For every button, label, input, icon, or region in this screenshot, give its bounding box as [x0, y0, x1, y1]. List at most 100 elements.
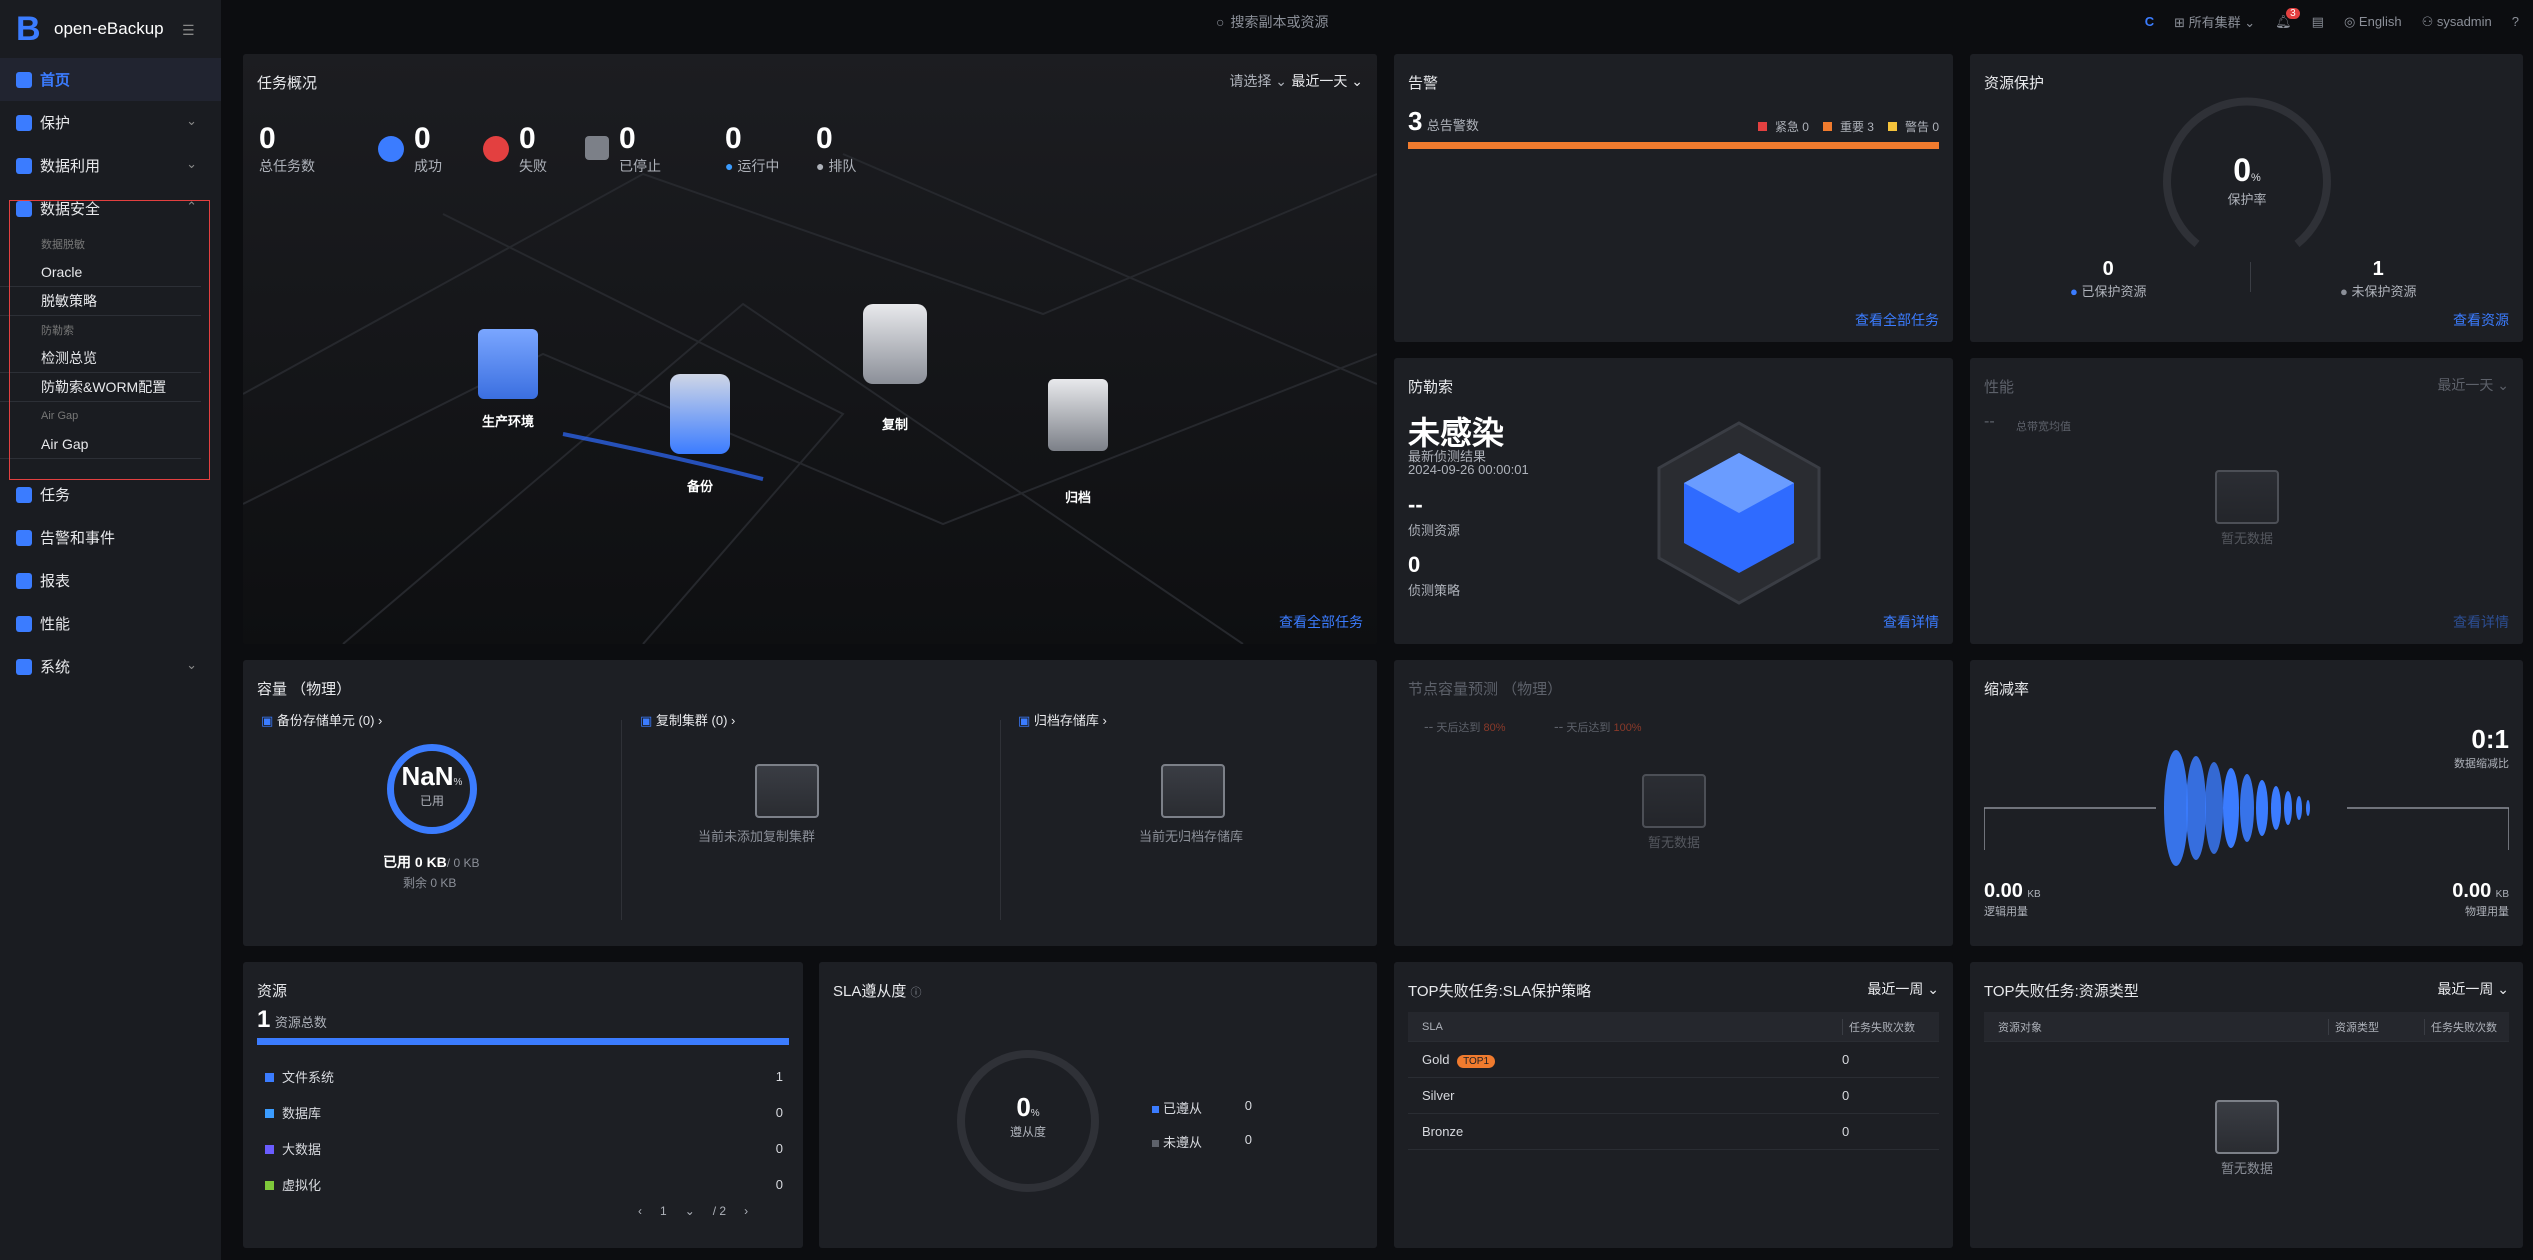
view-all-tasks-link[interactable]: 查看全部任务 — [1279, 612, 1363, 632]
next-page-button[interactable]: › — [744, 1204, 748, 1218]
chevron-down-icon: ⌄ — [186, 113, 197, 128]
table-header: SLA 任务失败次数 — [1408, 1012, 1939, 1042]
ransomware-details-link[interactable]: 查看详情 — [1883, 612, 1939, 632]
replica-cluster-link[interactable]: ▣ 复制集群 (0) › — [640, 710, 735, 729]
nav-alarm[interactable]: 告警和事件 — [0, 516, 221, 559]
page-select[interactable]: ⌄ — [685, 1204, 695, 1218]
node-backup[interactable]: 备份 — [670, 374, 730, 495]
top-resource-range-select[interactable]: 最近一周 ⌄ — [2437, 979, 2509, 999]
reduction-wave — [1984, 750, 2509, 866]
resources-title: 资源 — [257, 983, 288, 1000]
resources-panel: 资源 1 资源总数 文件系统 1 数据库 0 大数据 0 虚拟化 0 ‹ 1 ⌄/ 2 › — [243, 962, 803, 1248]
capacity-title: 容量 （物理） — [257, 681, 352, 698]
view-resources-link[interactable]: 查看资源 — [2453, 310, 2509, 330]
help-icon[interactable]: ? — [2512, 14, 2519, 29]
archive-empty-text: 当前无归档存储库 — [1139, 829, 1244, 844]
table-header: 资源对象 资源类型 任务失败次数 — [1984, 1012, 2509, 1042]
nav-home[interactable]: 首页 — [0, 58, 221, 101]
top-resource-table: 资源对象 资源类型 任务失败次数 — [1984, 1012, 2509, 1042]
empty-folder-icon — [2215, 470, 2279, 524]
system-icon — [16, 659, 32, 675]
cluster-icon: ⊞ — [2174, 15, 2189, 30]
performance-title: 性能 — [1984, 379, 2015, 396]
prev-page-button[interactable]: ‹ — [638, 1204, 642, 1218]
task-list-icon[interactable]: ▤ — [2312, 14, 2324, 30]
resource-protection-panel: 资源保护 0% 保护率 0 ● 已保护资源 1 ● 未保护资源 查看资源 — [1970, 54, 2523, 342]
node-archive[interactable]: 归档 — [1048, 379, 1108, 506]
table-row[interactable]: Bronze 0 — [1408, 1114, 1939, 1150]
performance-range-select[interactable]: 最近一天 ⌄ — [2437, 375, 2509, 395]
stat-stopped: 0 已停止 — [585, 122, 661, 176]
alarm-icon — [16, 530, 32, 546]
backup-unit-link[interactable]: ▣ 备份存储单元 (0) › — [261, 710, 382, 729]
alarm-view-all-link[interactable]: 查看全部任务 — [1855, 310, 1939, 330]
stat-running: 0 ● 运行中 — [725, 122, 780, 174]
stat-fail: 0 失败 — [483, 122, 547, 176]
node-production[interactable]: 生产环境 — [478, 329, 538, 430]
filesystem-swatch — [265, 1072, 274, 1082]
ransomware-title: 防勒索 — [1408, 379, 1454, 396]
sla-complied: 已遵从 0 — [1152, 1098, 1252, 1117]
stat-total: 0 总任务数 — [259, 122, 315, 174]
nav-protect[interactable]: 保护 ⌄ — [0, 101, 221, 144]
reduction-panel: 缩减率 0:1 数据缩减比 0.00 KB 逻辑用量 0.00 KB 物理用量 — [1970, 660, 2523, 946]
stopped-icon — [585, 136, 609, 160]
node-replication[interactable]: 复制 — [863, 304, 927, 433]
list-item[interactable]: 大数据 0 — [265, 1130, 783, 1166]
empty-folder-icon — [1161, 764, 1225, 818]
divider — [2250, 262, 2251, 292]
storage-icon: ▣ — [261, 713, 277, 728]
task-range-select[interactable]: 最近一天 ⌄ — [1291, 71, 1363, 91]
task-filter-select[interactable]: 请选择 ⌄ — [1229, 71, 1287, 91]
list-item[interactable]: 数据库 0 — [265, 1094, 783, 1130]
table-row[interactable]: Silver 0 — [1408, 1078, 1939, 1114]
capacity-remaining: 剩余 0 KB — [403, 876, 457, 890]
forecast-title: 节点容量预测 （物理） — [1408, 681, 1563, 698]
security-shield-icon — [1657, 421, 1821, 605]
info-icon[interactable]: ⓘ — [911, 987, 922, 999]
collapse-menu-icon[interactable]: ☰ — [182, 22, 195, 39]
unprotected-count: 1 ● 未保护资源 — [2340, 258, 2417, 299]
table-row[interactable]: Gold TOP1 0 — [1408, 1042, 1939, 1078]
language-select[interactable]: ◎ English — [2344, 14, 2402, 30]
search-icon: ○ — [1216, 14, 1225, 30]
backup-shield-icon — [670, 374, 730, 454]
notification-badge: 3 — [2286, 7, 2300, 19]
replica-icon: ▣ — [640, 713, 656, 728]
search-input[interactable]: ○ 搜索副本或资源 — [1216, 12, 1328, 32]
archive-storage-link[interactable]: ▣ 归档存储库 › — [1018, 710, 1107, 729]
stat-queued: 0 ● 排队 — [816, 122, 857, 174]
alarm-panel: 告警 3 总告警数 紧急 0 重要 3 警告 0 查看全部任务 — [1394, 54, 1953, 342]
ransomware-panel: 防勒索 未感染 最新侦测结果 2024-09-26 00:00:01 -- 侦测… — [1394, 358, 1953, 644]
notification-bell[interactable]: 🔔︎ 3 — [2275, 7, 2300, 30]
report-icon — [16, 573, 32, 589]
divider — [1000, 720, 1001, 920]
forecast-80: -- 天后达到 80% — [1424, 718, 1506, 734]
latest-result-time: 2024-09-26 00:00:01 — [1408, 462, 1529, 477]
home-icon — [16, 72, 32, 88]
user-menu[interactable]: ⚇ sysadmin — [2422, 14, 2492, 30]
list-item[interactable]: 虚拟化 0 — [265, 1166, 783, 1202]
nav-data-use[interactable]: 数据利用 ⌄ — [0, 144, 221, 187]
forecast-empty: 暂无数据 — [1642, 774, 1706, 851]
bandwidth-label: 总带宽均值 — [2016, 421, 2071, 433]
task-overview-panel: 任务概况 请选择 ⌄ 最近一天 ⌄ 0 总任务数 0 成功 0 失败 0 已停止 0 ● … — [243, 54, 1377, 644]
bigdata-swatch — [265, 1144, 274, 1154]
alarm-bar — [1408, 142, 1939, 149]
nav-report[interactable]: 报表 — [0, 559, 221, 602]
empty-folder-icon — [1642, 774, 1706, 828]
app-logo-icon: B — [16, 10, 41, 48]
performance-details-link[interactable]: 查看详情 — [2453, 612, 2509, 632]
top-sla-range-select[interactable]: 最近一周 ⌄ — [1867, 979, 1939, 999]
fail-icon — [483, 136, 509, 162]
logical-usage: 0.00 KB 逻辑用量 — [1984, 880, 2041, 918]
list-item[interactable]: 文件系统 1 — [265, 1058, 783, 1094]
cluster-select[interactable]: ⊞ 所有集群 ⌄ — [2174, 12, 2255, 31]
nav-system[interactable]: 系统 ⌄ — [0, 645, 221, 688]
nav-performance[interactable]: 性能 — [0, 602, 221, 645]
sla-compliance-title: SLA遵从度 ⓘ — [833, 983, 922, 1000]
forecast-100: -- 天后达到 100% — [1554, 718, 1642, 734]
capacity-panel: 容量 （物理） ▣ 备份存储单元 (0) › ▣ 复制集群 (0) › ▣ 归档… — [243, 660, 1377, 946]
protection-rate: 0% 保护率 — [2227, 152, 2267, 207]
warning-swatch — [1887, 122, 1897, 131]
